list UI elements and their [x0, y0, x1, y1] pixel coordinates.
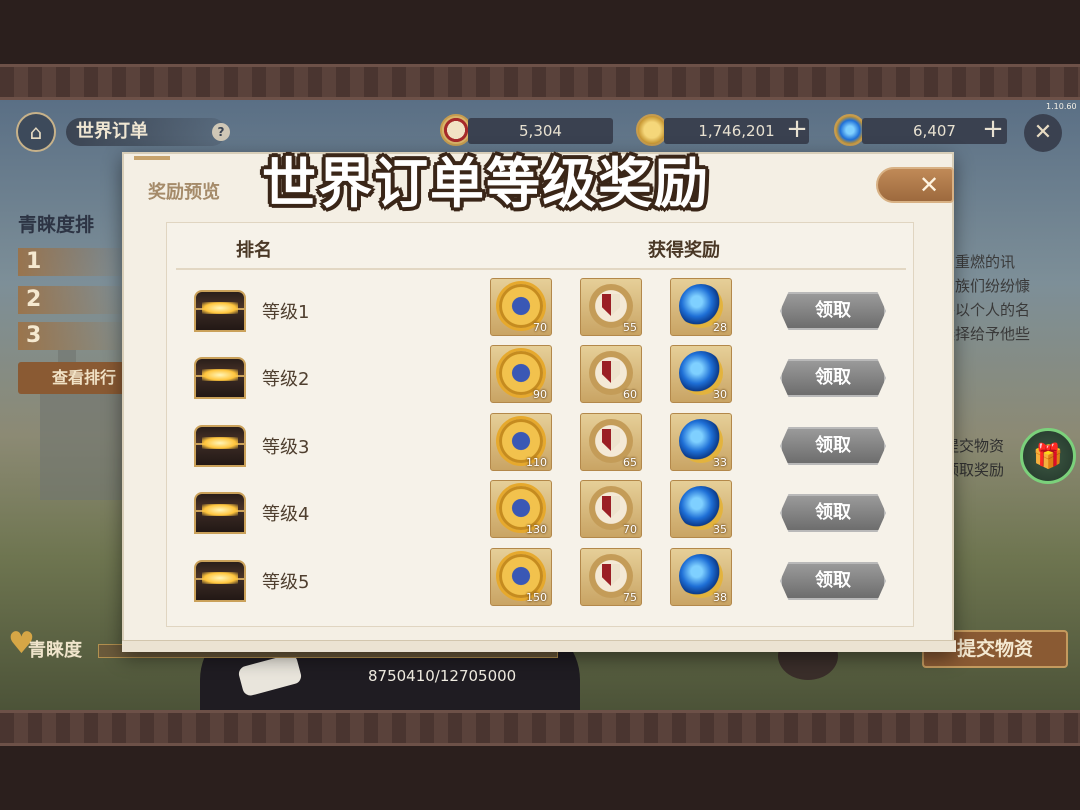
- column-header-reward: 获得奖励: [648, 240, 720, 261]
- column-header-rank: 排名: [236, 240, 272, 261]
- claim-button[interactable]: 领取: [780, 427, 886, 465]
- reward-row: 等级2 90 60 30 领取: [166, 345, 914, 409]
- reward-item[interactable]: 90: [490, 345, 552, 403]
- version-label: 1.10.60: [1046, 102, 1077, 111]
- reward-item[interactable]: 75: [580, 548, 642, 606]
- gift-icon[interactable]: 🎁: [1020, 428, 1076, 484]
- claim-button[interactable]: 领取: [780, 292, 886, 330]
- help-icon[interactable]: ?: [212, 123, 230, 141]
- bottom-border: [0, 710, 1080, 746]
- favor-board-title: 青睐度排: [18, 214, 95, 236]
- reward-quantity: 70: [533, 321, 547, 334]
- game-screen: ⌂ 世界订单 ? 5,304 1,746,201 + 6,407 + 1.10.…: [0, 0, 1080, 810]
- reward-quantity: 110: [526, 456, 547, 469]
- claim-button[interactable]: 领取: [780, 562, 886, 600]
- add-gold-button[interactable]: +: [784, 116, 810, 142]
- reward-quantity: 65: [623, 456, 637, 469]
- rank-row-3: 3: [18, 322, 128, 350]
- favor-progress-text: 8750410/12705000: [368, 667, 517, 685]
- reward-row: 等级4 130 70 35 领取: [166, 480, 914, 544]
- reward-quantity: 30: [713, 388, 727, 401]
- reward-quantity: 60: [623, 388, 637, 401]
- reward-row: 等级3 110 65 33 领取: [166, 413, 914, 477]
- header-divider: [176, 268, 906, 270]
- claim-button[interactable]: 领取: [780, 359, 886, 397]
- claim-button[interactable]: 领取: [780, 494, 886, 532]
- reward-item[interactable]: 55: [580, 278, 642, 336]
- treasure-chest-icon: [194, 357, 246, 399]
- reward-row: 等级1 70 55 28 领取: [166, 278, 914, 342]
- treasure-chest-icon: [194, 492, 246, 534]
- add-gem-button[interactable]: +: [980, 116, 1006, 142]
- rank-row-1: 1: [18, 248, 128, 276]
- favor-label: 青睐度: [28, 640, 82, 661]
- modal-header: 奖励预览: [148, 182, 220, 203]
- reward-quantity: 90: [533, 388, 547, 401]
- reward-quantity: 150: [526, 591, 547, 604]
- level-label: 等级3: [262, 437, 310, 458]
- reward-item[interactable]: 33: [670, 413, 732, 471]
- reward-quantity: 38: [713, 591, 727, 604]
- level-label: 等级1: [262, 302, 310, 323]
- reward-item[interactable]: 130: [490, 480, 552, 538]
- reward-item[interactable]: 70: [490, 278, 552, 336]
- reward-quantity: 75: [623, 591, 637, 604]
- close-button[interactable]: ✕: [876, 167, 954, 203]
- reward-quantity: 33: [713, 456, 727, 469]
- reward-quantity: 35: [713, 523, 727, 536]
- reward-item[interactable]: 70: [580, 480, 642, 538]
- modal-title: 世界订单等级奖励: [262, 152, 710, 215]
- modal-decoration: [134, 156, 170, 160]
- home-icon[interactable]: ⌂: [16, 112, 56, 152]
- page-title: 世界订单: [66, 118, 226, 146]
- level-label: 等级2: [262, 369, 310, 390]
- reward-item[interactable]: 35: [670, 480, 732, 538]
- reward-item[interactable]: 65: [580, 413, 642, 471]
- reward-item[interactable]: 38: [670, 548, 732, 606]
- modal-footer-scroll: [122, 640, 956, 652]
- reward-quantity: 130: [526, 523, 547, 536]
- reward-item[interactable]: 28: [670, 278, 732, 336]
- reward-item[interactable]: 110: [490, 413, 552, 471]
- exit-icon[interactable]: ✕: [1024, 114, 1062, 152]
- reward-item[interactable]: 150: [490, 548, 552, 606]
- reward-item[interactable]: 60: [580, 345, 642, 403]
- reward-quantity: 70: [623, 523, 637, 536]
- treasure-chest-icon: [194, 425, 246, 467]
- treasure-chest-icon: [194, 560, 246, 602]
- rank-row-2: 2: [18, 286, 128, 314]
- view-ranking-button[interactable]: 查看排行: [18, 362, 128, 394]
- treasure-chest-icon: [194, 290, 246, 332]
- reward-quantity: 28: [713, 321, 727, 334]
- level-label: 等级5: [262, 572, 310, 593]
- reward-item[interactable]: 30: [670, 345, 732, 403]
- shield-coin-value: 5,304: [468, 118, 613, 144]
- level-label: 等级4: [262, 504, 310, 525]
- event-description: 火重燃的讯 贵族们纷纷慷 将以个人的名 选择给予他些: [940, 253, 1031, 343]
- reward-quantity: 55: [623, 321, 637, 334]
- top-border: [0, 64, 1080, 100]
- reward-row: 等级5 150 75 38 领取: [166, 548, 914, 612]
